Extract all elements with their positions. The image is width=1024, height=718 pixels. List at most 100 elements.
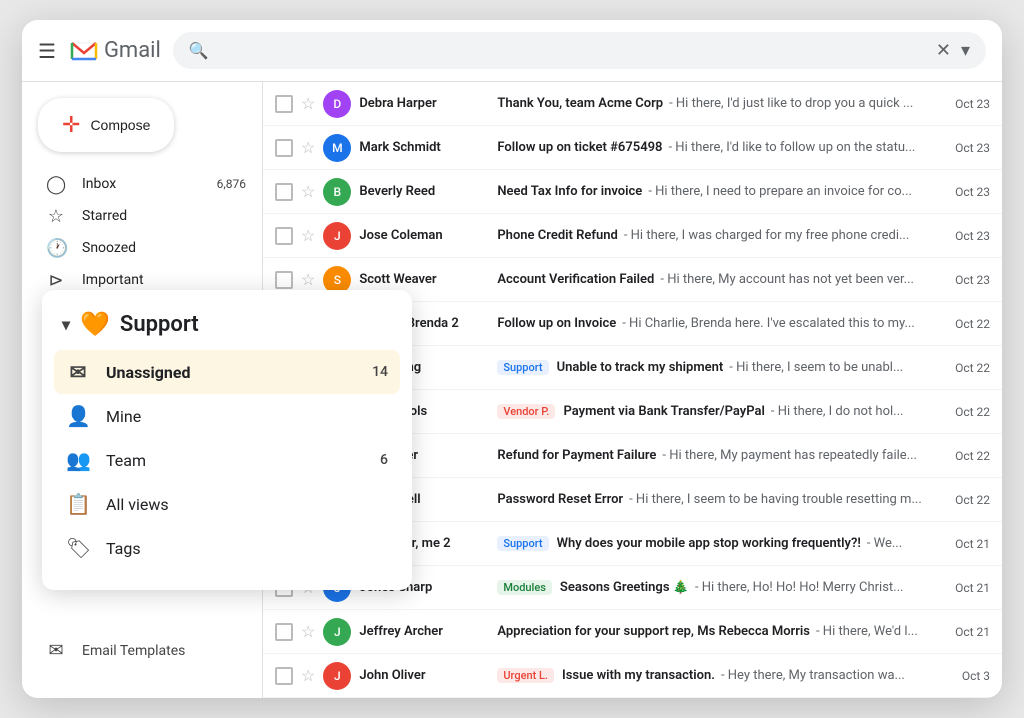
snoozed-icon: 🕐 <box>46 238 66 259</box>
email-subject: Appreciation for your support rep, Ms Re… <box>497 624 810 639</box>
email-star-icon[interactable]: ☆ <box>301 666 315 685</box>
sidebar-item-inbox[interactable]: ◯ Inbox 6,876 <box>22 168 262 200</box>
email-preview: - Hi there, I was charged for my free ph… <box>624 228 909 243</box>
email-checkbox[interactable] <box>275 227 293 245</box>
email-subject-wrap: Appreciation for your support rep, Ms Re… <box>497 624 938 639</box>
support-team-icon: 👥 <box>66 448 90 472</box>
email-date: Oct 23 <box>946 97 990 111</box>
email-preview: - Hi there, I need to prepare an invoice… <box>648 184 912 199</box>
email-checkbox[interactable] <box>275 667 293 685</box>
inbox-label: Inbox <box>82 176 201 192</box>
email-tag: Support <box>497 360 548 375</box>
search-clear-icon[interactable]: ✕ <box>936 40 951 61</box>
email-checkbox[interactable] <box>275 183 293 201</box>
email-subject-wrap: Thank You, team Acme Corp - Hi there, I'… <box>497 96 938 111</box>
email-date: Oct 3 <box>946 669 990 683</box>
email-row[interactable]: ☆ B Beverly Reed Need Tax Info for invoi… <box>263 170 1002 214</box>
email-star-icon[interactable]: ☆ <box>301 226 315 245</box>
support-nav-item-mine[interactable]: 👤 Mine <box>42 394 412 438</box>
email-subject-wrap: Follow up on Invoice - Hi Charlie, Brend… <box>497 316 938 331</box>
support-nav-item-team[interactable]: 👥 Team 6 <box>42 438 412 482</box>
email-subject: Follow up on Invoice <box>497 316 616 331</box>
email-date: Oct 21 <box>946 625 990 639</box>
inbox-count: 6,876 <box>217 177 246 191</box>
email-subject-wrap: Need Tax Info for invoice - Hi there, I … <box>497 184 938 199</box>
email-preview: - Hi there, My payment has repeatedly fa… <box>662 448 917 463</box>
support-chevron-icon[interactable]: ▾ <box>62 315 70 334</box>
support-nav-label: Unassigned <box>106 363 356 382</box>
email-tag: Vendor P. <box>497 404 555 419</box>
snoozed-label: Snoozed <box>82 240 246 256</box>
email-date: Oct 23 <box>946 185 990 199</box>
important-label: Important <box>82 272 246 288</box>
email-preview: - Hi there, Ho! Ho! Ho! Merry Christ... <box>695 580 904 595</box>
email-subject: Phone Credit Refund <box>497 228 618 243</box>
email-checkbox[interactable] <box>275 95 293 113</box>
email-star-icon[interactable]: ☆ <box>301 94 315 113</box>
email-row[interactable]: ☆ J Jose Coleman Phone Credit Refund - H… <box>263 214 1002 258</box>
inbox-icon: ◯ <box>46 174 66 195</box>
sidebar-item-email-templates[interactable]: ✉ Email Templates <box>22 636 262 665</box>
email-star-icon[interactable]: ☆ <box>301 138 315 157</box>
compose-label: Compose <box>90 117 150 133</box>
email-sender: Beverly Reed <box>359 184 489 199</box>
search-input[interactable] <box>219 42 926 60</box>
support-mine-icon: 👤 <box>66 404 90 428</box>
email-row[interactable]: ☆ J John Oliver Urgent L. Issue with my … <box>263 654 1002 698</box>
avatar: B <box>323 178 351 206</box>
email-subject: Password Reset Error <box>497 492 623 507</box>
email-preview: - Hi there, I'd just like to drop you a … <box>669 96 913 111</box>
email-preview: - Hi there, I'd like to follow up on the… <box>668 140 915 155</box>
email-preview: - Hi there, I seem to be having trouble … <box>629 492 922 507</box>
email-subject-wrap: Follow up on ticket #675498 - Hi there, … <box>497 140 938 155</box>
support-tags-icon: 🏷 <box>66 536 90 560</box>
email-sender: Mark Schmidt <box>359 140 489 155</box>
email-subject: Need Tax Info for invoice <box>497 184 642 199</box>
email-tag: Modules <box>497 580 552 595</box>
gmail-logo: Gmail <box>68 35 161 67</box>
email-checkbox[interactable] <box>275 623 293 641</box>
email-row[interactable]: ☆ D Debra Harper Thank You, team Acme Co… <box>263 82 1002 126</box>
avatar: J <box>323 662 351 690</box>
email-star-icon[interactable]: ☆ <box>301 622 315 641</box>
email-subject-wrap: Unable to track my shipment - Hi there, … <box>557 360 938 375</box>
email-subject-wrap: Account Verification Failed - Hi there, … <box>497 272 938 287</box>
support-nav-count: 6 <box>380 452 388 468</box>
email-subject: Why does your mobile app stop working fr… <box>557 536 861 551</box>
support-nav-item-all-views[interactable]: 📋 All views <box>42 482 412 526</box>
support-nav-label: Tags <box>106 539 388 558</box>
email-sender: Jeffrey Archer <box>359 624 489 639</box>
email-row[interactable]: ☆ M Mark Schmidt Follow up on ticket #67… <box>263 126 1002 170</box>
email-preview: - We... <box>867 536 902 551</box>
email-star-icon[interactable]: ☆ <box>301 182 315 201</box>
support-nav-label: Mine <box>106 407 388 426</box>
avatar: J <box>323 222 351 250</box>
avatar: J <box>323 618 351 646</box>
email-star-icon[interactable]: ☆ <box>301 270 315 289</box>
avatar: D <box>323 90 351 118</box>
email-preview: - Hi there, I do not hol... <box>771 404 904 419</box>
support-unassigned-icon: ✉ <box>66 360 90 384</box>
support-header: ▾ 🧡 Support <box>42 306 412 350</box>
important-icon: ⊳ <box>46 270 66 291</box>
support-all-views-icon: 📋 <box>66 492 90 516</box>
search-dropdown-icon[interactable]: ▾ <box>961 40 970 61</box>
hamburger-icon[interactable]: ☰ <box>38 39 56 63</box>
email-subject: Follow up on ticket #675498 <box>497 140 662 155</box>
support-nav-item-tags[interactable]: 🏷 Tags <box>42 526 412 570</box>
compose-button[interactable]: ✛ Compose <box>38 98 174 152</box>
email-date: Oct 22 <box>946 449 990 463</box>
email-subject-wrap: Password Reset Error - Hi there, I seem … <box>497 492 938 507</box>
email-tag: Support <box>497 536 548 551</box>
email-date: Oct 22 <box>946 493 990 507</box>
support-dropdown: ▾ 🧡 Support ✉ Unassigned 14 👤 Mine 👥 Tea… <box>42 290 412 590</box>
email-sender: Scott Weaver <box>359 272 489 287</box>
sidebar-item-snoozed[interactable]: 🕐 Snoozed <box>22 232 262 264</box>
email-row[interactable]: ☆ J Jeffrey Archer Appreciation for your… <box>263 610 1002 654</box>
sidebar-item-starred[interactable]: ☆ Starred <box>22 200 262 232</box>
email-date: Oct 22 <box>946 317 990 331</box>
support-nav-item-unassigned[interactable]: ✉ Unassigned 14 <box>54 350 400 394</box>
support-nav-count: 14 <box>372 364 388 380</box>
email-checkbox[interactable] <box>275 139 293 157</box>
email-checkbox[interactable] <box>275 271 293 289</box>
